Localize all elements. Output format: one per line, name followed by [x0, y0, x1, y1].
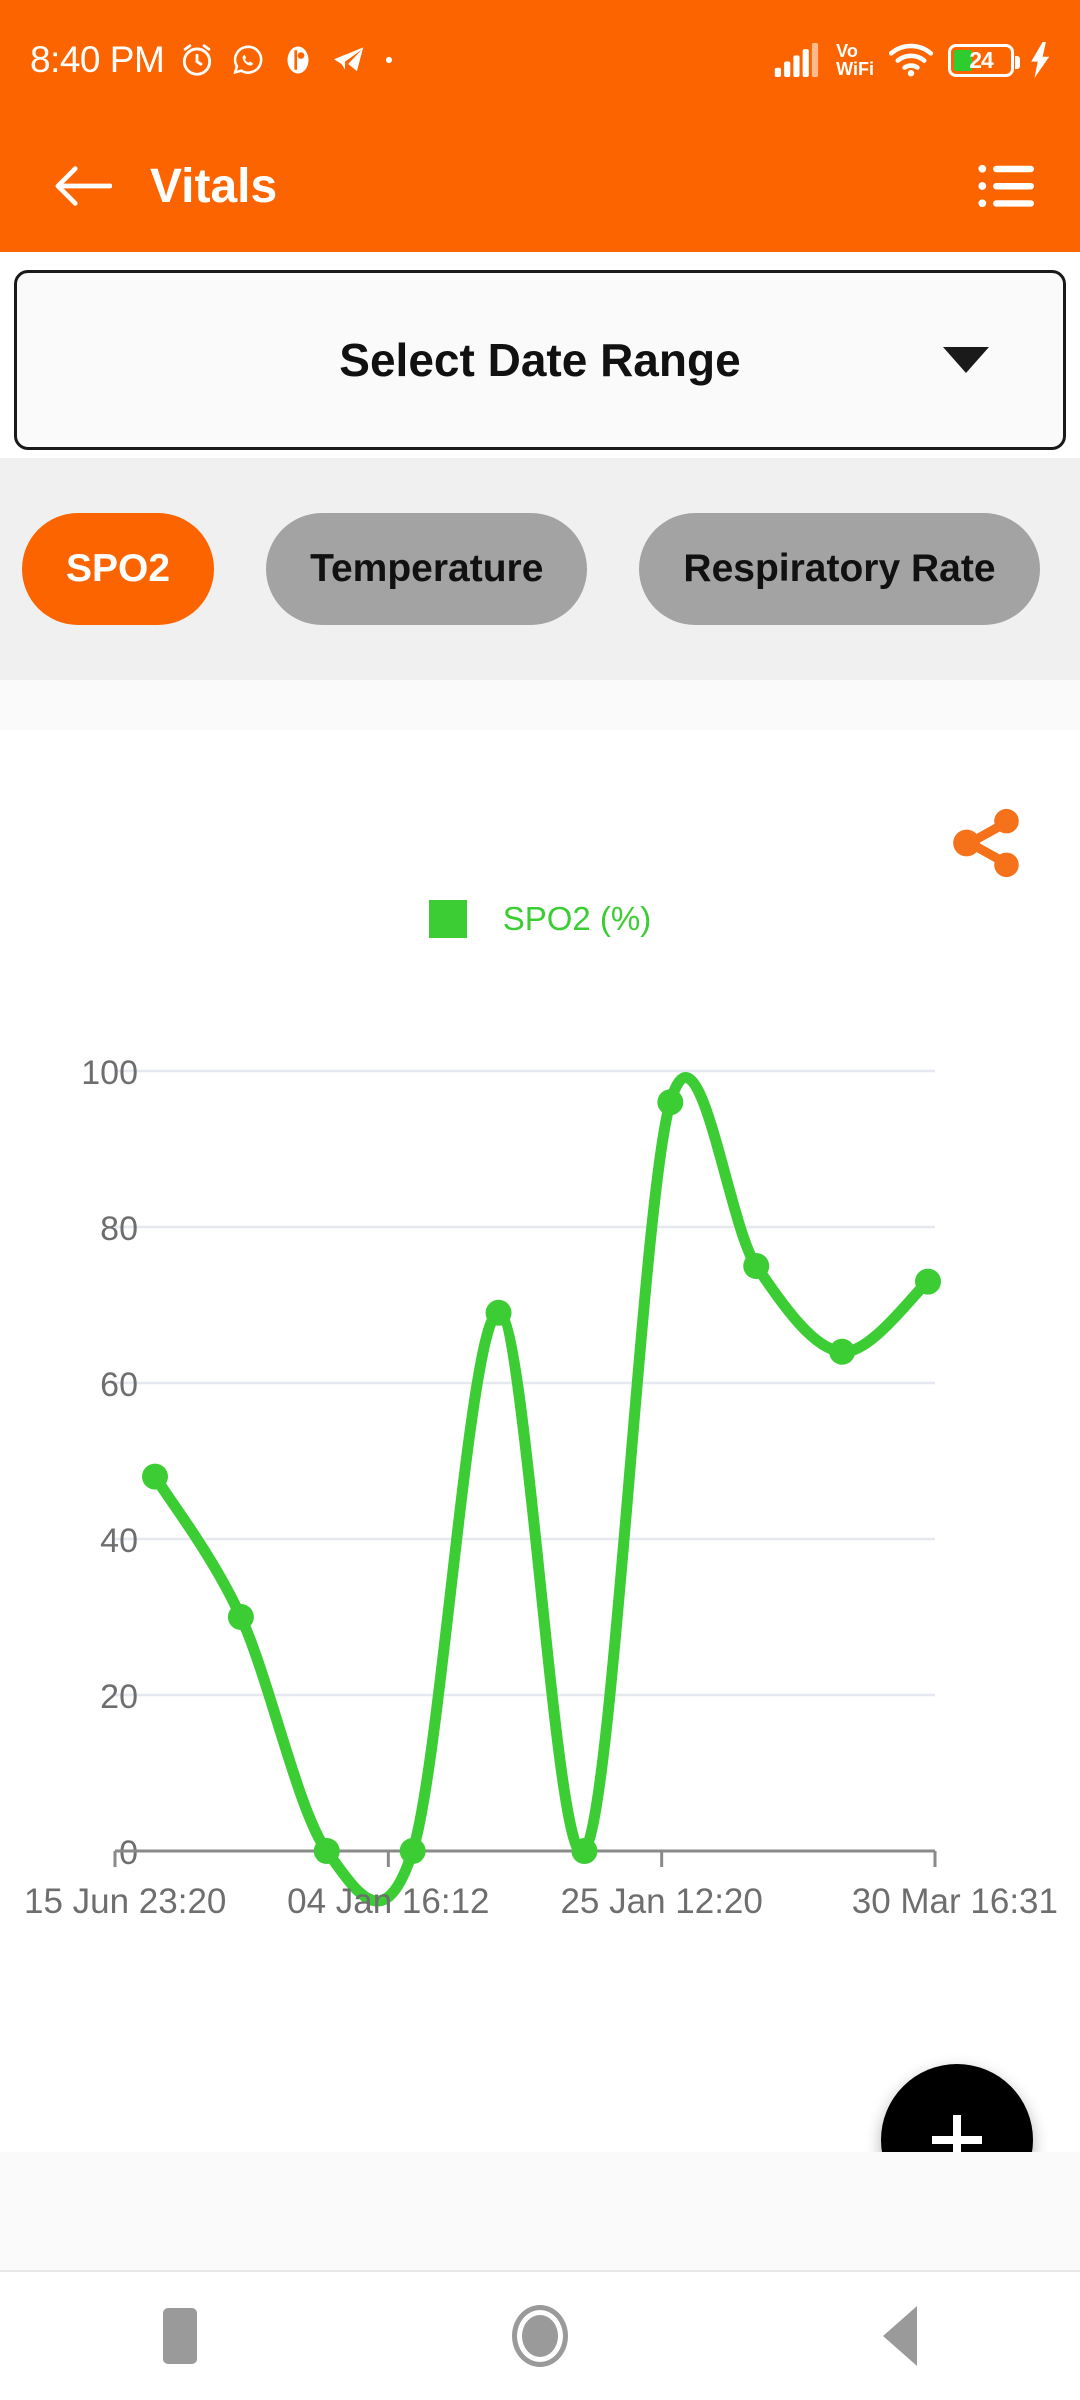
- vowifi-line2: WiFi: [836, 59, 874, 79]
- status-bar-left: 8:40 PM: [30, 39, 396, 81]
- status-bar-right: Vo WiFi 24: [774, 42, 1054, 78]
- page-title: Vitals: [150, 159, 278, 213]
- app-bar: Vitals: [0, 120, 1080, 252]
- arrow-left-icon: [54, 164, 112, 208]
- back-button[interactable]: [46, 149, 120, 223]
- alarm-icon: [178, 41, 216, 79]
- status-bar: 8:40 PM Vo WiFi 24: [0, 0, 1080, 120]
- telegram-icon: [330, 41, 368, 79]
- date-range-dropdown[interactable]: Select Date Range: [14, 270, 1066, 450]
- charging-bolt-icon: [1028, 42, 1054, 78]
- status-bar-clock: 8:40 PM: [30, 39, 165, 80]
- share-icon: [939, 797, 1031, 889]
- battery-percent: 24: [969, 46, 994, 73]
- legend-swatch-spo2: [428, 900, 467, 938]
- date-range-label: Select Date Range: [339, 334, 741, 386]
- section-gap: [0, 680, 1080, 730]
- nav-home-button[interactable]: [465, 2272, 615, 2400]
- menu-button[interactable]: [966, 146, 1046, 226]
- chevron-down-icon: [943, 347, 989, 373]
- list-menu-icon: [978, 161, 1034, 211]
- tab-temperature[interactable]: Temperature: [266, 513, 588, 625]
- bottom-strip: [0, 2152, 1080, 2272]
- app-badge-icon: [280, 42, 316, 78]
- back-triangle-icon: [883, 2306, 917, 2366]
- vowifi-icon: Vo WiFi: [836, 42, 874, 78]
- recents-square-icon: [163, 2308, 197, 2364]
- nav-recents-button[interactable]: [105, 2272, 255, 2400]
- vital-type-tabs: SPO2 Temperature Respiratory Rate: [0, 458, 1080, 680]
- date-range-section: Select Date Range: [0, 258, 1080, 458]
- wifi-icon: [888, 43, 934, 77]
- dot-icon: [382, 53, 396, 67]
- tab-respiratory-rate[interactable]: Respiratory Rate: [639, 513, 1040, 625]
- system-navigation-bar: [0, 2272, 1080, 2400]
- home-circle-icon: [512, 2305, 568, 2367]
- nav-back-button[interactable]: [825, 2272, 975, 2400]
- whatsapp-icon: [230, 42, 266, 78]
- vowifi-line1: Vo: [836, 41, 858, 61]
- battery-icon: 24: [948, 43, 1020, 77]
- share-button[interactable]: [937, 795, 1032, 890]
- legend-label-spo2: SPO2 (%): [502, 900, 652, 937]
- tab-spo2[interactable]: SPO2: [22, 513, 215, 625]
- app-root: 8:40 PM Vo WiFi 24 Vitals Select Date Ra…: [0, 0, 1080, 2400]
- signal-icon: [774, 43, 822, 77]
- chart-legend: SPO2 (%): [0, 900, 1080, 938]
